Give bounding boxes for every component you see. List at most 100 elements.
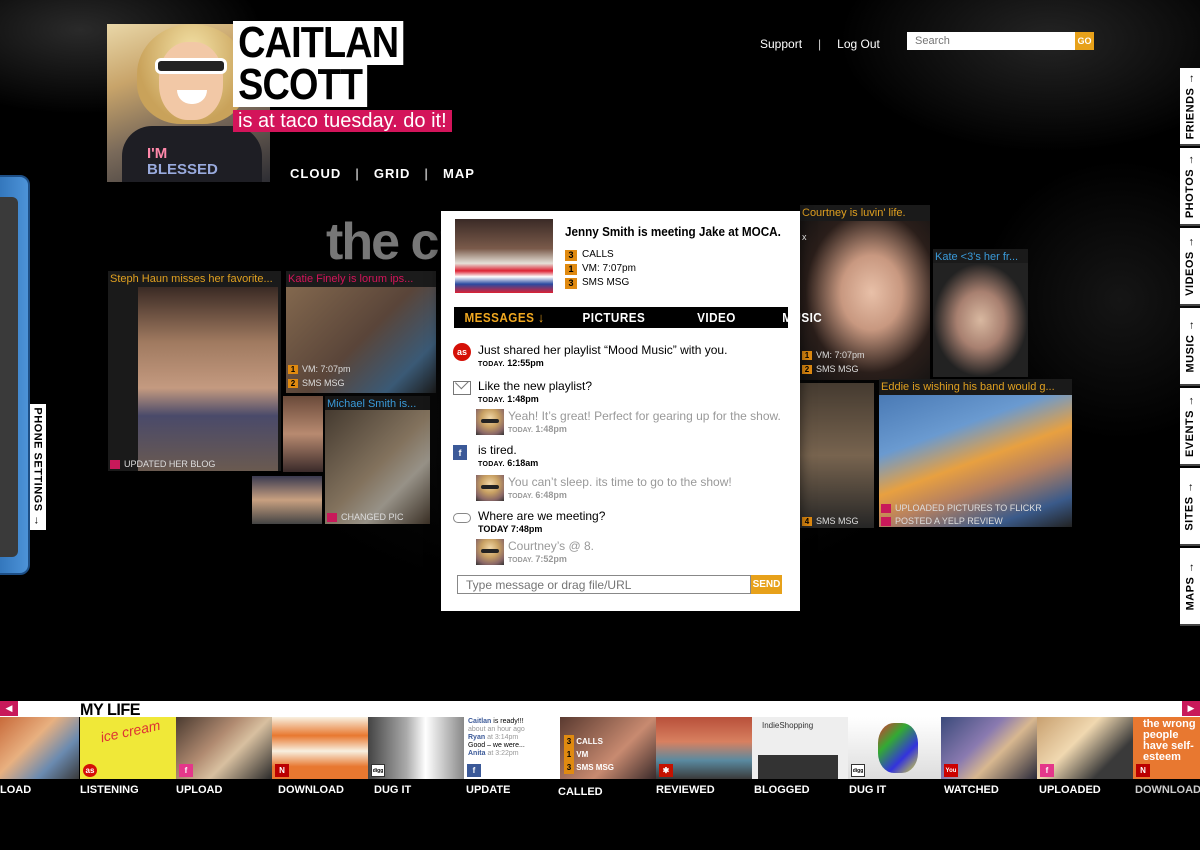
photo-sunglasses bbox=[155, 58, 227, 74]
profile-status[interactable]: is at taco tuesday. do it! bbox=[233, 110, 452, 132]
tile-activity-tag: 1 VM: 7:07pm bbox=[288, 364, 351, 374]
arrow-icon: → bbox=[32, 515, 44, 527]
strip-item[interactable]: Caitlan is ready!!! about an hour ago Ry… bbox=[464, 717, 560, 779]
tab-label: VIDEOS bbox=[1184, 251, 1197, 296]
send-button[interactable]: SEND bbox=[751, 575, 782, 594]
strip-item[interactable]: f bbox=[176, 717, 272, 779]
strip-item[interactable]: digg bbox=[368, 717, 464, 779]
logout-link[interactable]: Log Out bbox=[837, 37, 880, 51]
strip-item[interactable]: digg bbox=[848, 717, 944, 779]
nav-separator: | bbox=[355, 166, 360, 181]
tab-pictures[interactable]: PICTURES bbox=[582, 310, 645, 325]
search-input[interactable] bbox=[907, 32, 1075, 50]
nav-cloud[interactable]: CLOUD bbox=[290, 166, 341, 181]
strip-label: UPLOADED bbox=[1039, 784, 1101, 796]
friend-tile-courtney[interactable]: Courtney is luvin' life. 1 VM: 7:07pm 2 SM… bbox=[800, 205, 930, 380]
tile-activity-tag: UPLOADED PICTURES TO FLICKR bbox=[881, 503, 1042, 513]
friend-tile-katie[interactable]: Katie Finely is lorum ips... 1 VM: 7:07pm… bbox=[286, 271, 436, 393]
feed-reply[interactable]: Courtney’s @ 8. TODAY. 7:52pm bbox=[453, 539, 798, 567]
strip-item[interactable]: ✱ bbox=[656, 717, 752, 779]
popup-close-icon[interactable]: x bbox=[802, 232, 807, 242]
tab-label: SITES bbox=[1184, 496, 1197, 531]
tab-sites[interactable]: SITES → bbox=[1180, 468, 1200, 546]
strip-item[interactable]: N bbox=[272, 717, 368, 779]
search-go-button[interactable]: GO bbox=[1075, 32, 1094, 50]
tab-label: FRIENDS bbox=[1184, 87, 1196, 140]
support-link[interactable]: Support bbox=[760, 37, 802, 51]
arrow-icon: → bbox=[1184, 394, 1197, 407]
strip-label: LISTENING bbox=[80, 784, 139, 796]
message-feed: as Just shared her playlist “Mood Music”… bbox=[453, 343, 798, 573]
tile-caption: Courtney is luvin' life. bbox=[802, 207, 906, 219]
strip-label: BLOGGED bbox=[754, 784, 810, 796]
tab-maps[interactable]: MAPS → bbox=[1180, 548, 1200, 626]
tile-dim bbox=[325, 396, 430, 524]
tab-video[interactable]: VIDEO bbox=[697, 310, 736, 325]
stat-calls[interactable]: 3 CALLS bbox=[565, 248, 636, 262]
netflix-icon: N bbox=[1136, 764, 1150, 777]
mylife-strip: ice cream as f N digg Caitlan is ready!!… bbox=[0, 717, 1200, 779]
reply-text: Yeah! It’s great! Perfect for gearing up… bbox=[508, 409, 781, 423]
tile-activity-tag: 1 VM: 7:07pm bbox=[802, 350, 865, 360]
scroll-left-button[interactable]: ◀ bbox=[0, 701, 18, 716]
popup-tabs: MESSAGES ↓ PICTURES VIDEO MUSIC bbox=[454, 307, 821, 328]
tab-messages[interactable]: MESSAGES ↓ bbox=[464, 310, 544, 325]
flickr-icon: f bbox=[1040, 764, 1054, 777]
message-input[interactable] bbox=[457, 575, 751, 594]
strip-item[interactable] bbox=[0, 717, 79, 779]
feed-item[interactable]: as Just shared her playlist “Mood Music”… bbox=[453, 343, 798, 371]
strip-item[interactable]: the wrong people have self-esteem N bbox=[1133, 717, 1200, 779]
tab-events[interactable]: EVENTS → bbox=[1180, 388, 1200, 466]
feed-reply[interactable]: Yeah! It’s great! Perfect for gearing up… bbox=[453, 409, 798, 437]
strip-label: WATCHED bbox=[944, 784, 999, 796]
friend-tile-michael[interactable]: Michael Smith is... CHANGED PIC bbox=[325, 396, 430, 524]
friend-tile-steph[interactable]: Steph Haun misses her favorite... UPDATE… bbox=[108, 271, 281, 471]
stat-voicemail[interactable]: 1 VM: 7:07pm bbox=[565, 262, 636, 276]
tab-music[interactable]: MUSIC → bbox=[1180, 308, 1200, 386]
tile-photo bbox=[933, 263, 1028, 377]
arrow-down-icon: ↓ bbox=[538, 310, 545, 325]
nav-map[interactable]: MAP bbox=[443, 166, 475, 181]
tile-activity-tag: 2 SMS MSG bbox=[802, 364, 859, 374]
tab-videos[interactable]: VIDEOS → bbox=[1180, 228, 1200, 306]
strip-item[interactable]: ice cream as bbox=[80, 717, 176, 779]
blog-title: IndieShopping bbox=[762, 721, 814, 730]
tab-music[interactable]: MUSIC bbox=[782, 310, 822, 325]
popup-friend-photo[interactable] bbox=[455, 219, 553, 293]
tab-photos[interactable]: PHOTOS → bbox=[1180, 148, 1200, 226]
feed-reply[interactable]: You can’t sleep. its time to go to the s… bbox=[453, 475, 798, 503]
strip-item[interactable]: You bbox=[941, 717, 1037, 779]
friend-tile-kate[interactable]: Kate <3's her fr... bbox=[933, 249, 1028, 377]
strip-label: DUG IT bbox=[849, 784, 887, 796]
feed-item[interactable]: f is tired. TODAY. 6:18am bbox=[453, 443, 798, 471]
lastfm-icon: as bbox=[83, 764, 97, 777]
scroll-right-button[interactable]: ▶ bbox=[1182, 701, 1200, 716]
feed-item[interactable]: Where are we meeting? TODAY 7:48pm bbox=[453, 509, 798, 535]
photo-face bbox=[159, 42, 223, 120]
mylife-bar bbox=[0, 701, 1200, 717]
strip-item[interactable]: 3 CALLS 1 VM 3 SMS MSG bbox=[560, 717, 656, 779]
phone-settings-tab[interactable]: PHONE SETTINGS → bbox=[30, 404, 46, 530]
stat-sms[interactable]: 3 SMS MSG bbox=[565, 276, 636, 290]
nav-separator: | bbox=[424, 166, 429, 181]
feed-item[interactable]: Like the new playlist? TODAY. 1:48pm bbox=[453, 379, 798, 407]
strip-item[interactable]: f bbox=[1037, 717, 1133, 779]
friend-tile-small[interactable] bbox=[283, 396, 323, 472]
phone-settings-label: PHONE SETTINGS bbox=[32, 407, 44, 512]
strip-label: DOWNLOAD bbox=[278, 784, 344, 796]
tab-friends[interactable]: FRIENDS → bbox=[1180, 68, 1200, 146]
tile-activity-tag: CHANGED PIC bbox=[327, 512, 404, 522]
friend-tile-eddie[interactable]: Eddie is wishing his band would g... UPL… bbox=[879, 379, 1072, 527]
tile-activity-tag: UPDATED HER BLOG bbox=[110, 459, 215, 469]
friend-detail-popup: Jenny Smith is meeting Jake at MOCA. 3 CA… bbox=[441, 211, 821, 611]
update-snippet: Caitlan is ready!!! about an hour ago Ry… bbox=[468, 718, 525, 757]
phone-widget[interactable] bbox=[0, 175, 30, 575]
feed-time: TODAY 7:48pm bbox=[478, 524, 543, 534]
friend-tile-cap[interactable] bbox=[252, 476, 322, 524]
nav-grid[interactable]: GRID bbox=[374, 166, 411, 181]
popup-headline: Jenny Smith is meeting Jake at MOCA. bbox=[565, 224, 781, 239]
arrow-icon: → bbox=[1184, 153, 1197, 166]
flickr-icon: f bbox=[179, 764, 193, 777]
friend-tile-mid[interactable]: 4 SMS MSG bbox=[800, 383, 874, 528]
strip-item[interactable]: IndieShopping bbox=[752, 717, 848, 779]
